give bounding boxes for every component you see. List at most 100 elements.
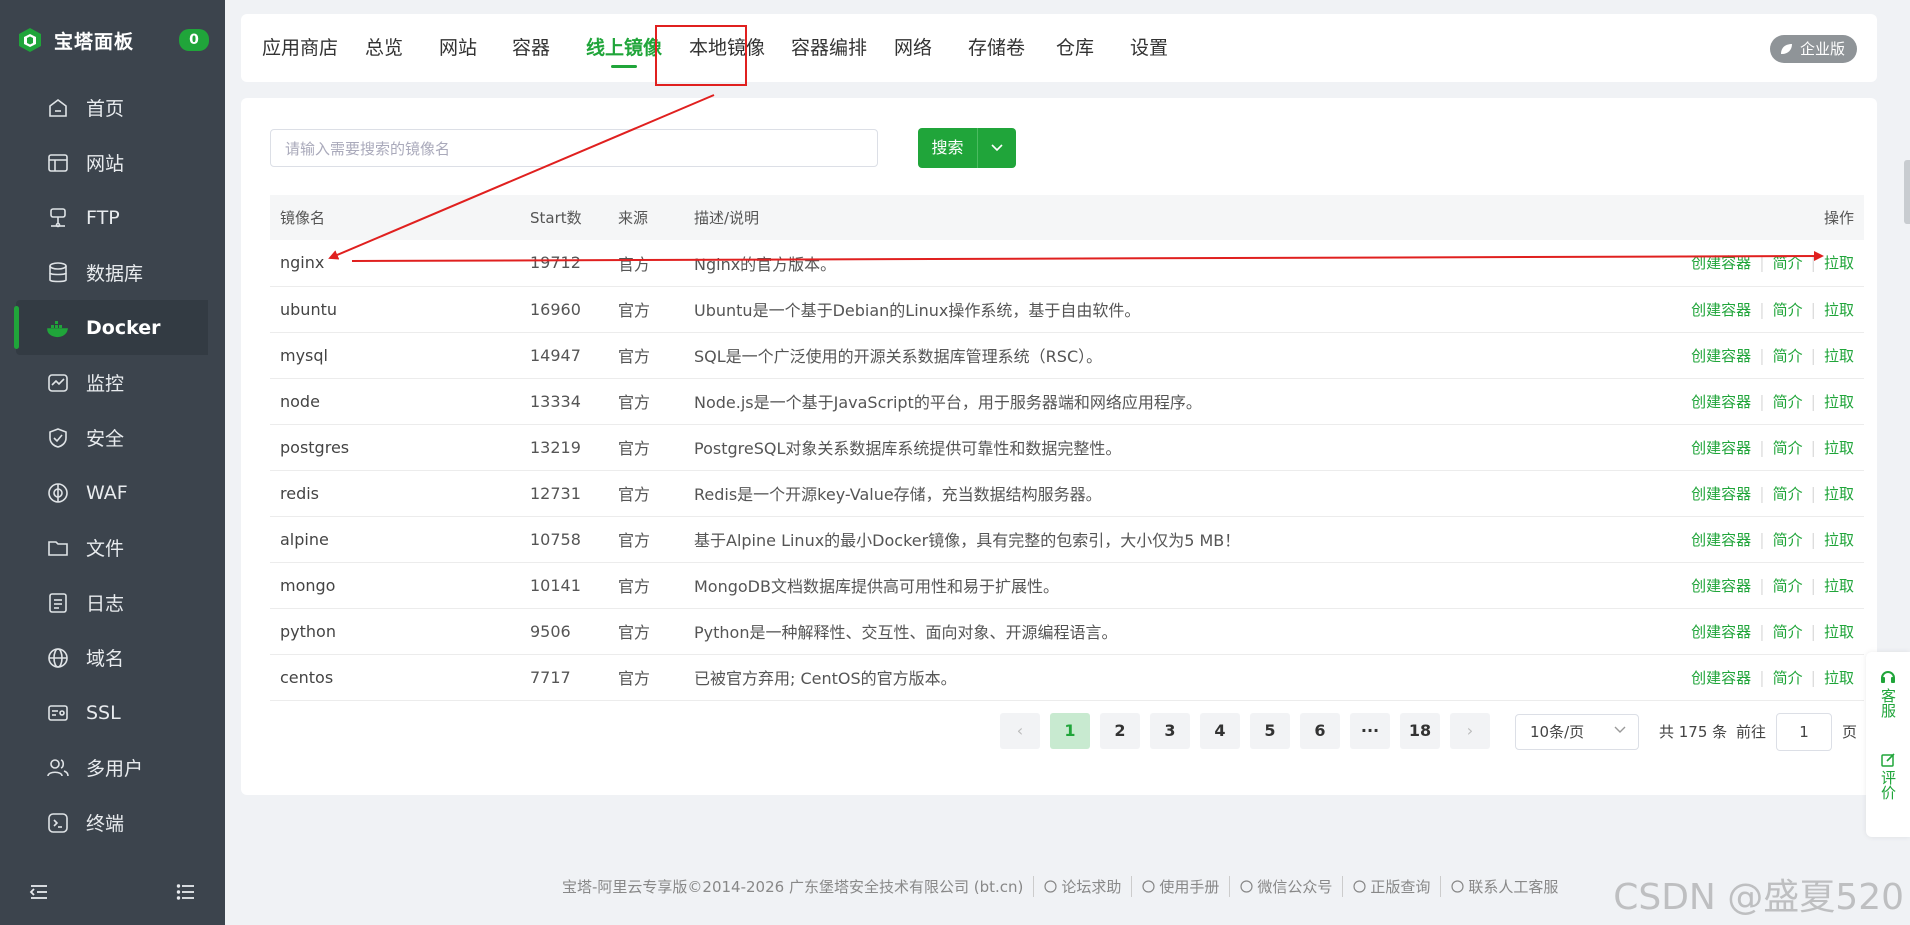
create-container-link[interactable]: 创建容器 — [1691, 485, 1751, 503]
pull-link[interactable]: 拉取 — [1824, 485, 1854, 503]
goto-page-input[interactable]: 1 — [1776, 713, 1832, 751]
intro-link[interactable]: 简介 — [1773, 254, 1803, 272]
search-input[interactable]: 请输入需要搜索的镜像名 — [270, 129, 878, 167]
page-button[interactable]: 4 — [1200, 713, 1240, 749]
intro-link[interactable]: 简介 — [1773, 439, 1803, 457]
sidebar-item-域名[interactable]: 域名 — [0, 630, 225, 685]
sidebar-item-ssl[interactable]: SSL — [0, 685, 225, 740]
sidebar-item-多用户[interactable]: 多用户 — [0, 740, 225, 795]
pull-link[interactable]: 拉取 — [1824, 347, 1854, 365]
col-description: 描述/说明 — [694, 209, 760, 227]
sidebar-item-监控[interactable]: 监控 — [0, 355, 225, 410]
create-container-link[interactable]: 创建容器 — [1691, 393, 1751, 411]
image-stars: 12731 — [530, 483, 581, 503]
next-page-button[interactable]: › — [1450, 713, 1490, 749]
pull-link[interactable]: 拉取 — [1824, 531, 1854, 549]
pull-link[interactable]: 拉取 — [1824, 254, 1854, 272]
footer: 宝塔-阿里云专享版©2014-2026 广东堡塔安全技术有限公司 (bt.cn)… — [562, 876, 1558, 897]
sidebar-item-首页[interactable]: 首页 — [0, 80, 225, 135]
image-source: 官方 — [618, 669, 651, 688]
tab-3[interactable]: 容器 — [512, 14, 550, 82]
tab-0[interactable]: 应用商店 — [262, 14, 338, 82]
page-button[interactable]: 5 — [1250, 713, 1290, 749]
footer-link[interactable]: 论坛求助 — [1033, 876, 1121, 897]
sidebar-item-ftp[interactable]: FTP — [0, 190, 225, 245]
row-operations: 创建容器 | 简介 | 拉取 — [1572, 332, 1864, 378]
pull-link[interactable]: 拉取 — [1824, 669, 1854, 687]
intro-link[interactable]: 简介 — [1773, 393, 1803, 411]
intro-link[interactable]: 简介 — [1773, 531, 1803, 549]
pull-link[interactable]: 拉取 — [1824, 393, 1854, 411]
collapse-sidebar-icon[interactable] — [28, 881, 50, 903]
create-container-link[interactable]: 创建容器 — [1691, 623, 1751, 641]
page-button[interactable]: 6 — [1300, 713, 1340, 749]
review-button[interactable]: 评价 — [1866, 752, 1910, 800]
op-separator: | — [1810, 253, 1816, 273]
sidebar-item-waf[interactable]: WAF — [0, 465, 225, 520]
intro-link[interactable]: 简介 — [1773, 623, 1803, 641]
create-container-link[interactable]: 创建容器 — [1691, 301, 1751, 319]
intro-link[interactable]: 简介 — [1773, 485, 1803, 503]
footer-link[interactable]: 使用手册 — [1131, 876, 1219, 897]
enterprise-badge[interactable]: 企业版 — [1769, 35, 1857, 63]
col-source: 来源 — [618, 209, 649, 227]
op-separator: | — [1810, 667, 1816, 687]
sidebar-item-docker[interactable]: Docker — [14, 300, 208, 355]
footer-link[interactable]: 联系人工客服 — [1440, 876, 1558, 897]
pull-link[interactable]: 拉取 — [1824, 577, 1854, 595]
prev-page-button[interactable]: ‹ — [1000, 713, 1040, 749]
search-button[interactable]: 搜索 — [918, 128, 978, 168]
log-icon — [49, 592, 67, 613]
notification-badge[interactable]: 0 — [179, 29, 209, 51]
search-dropdown-button[interactable] — [978, 128, 1016, 168]
tab-5[interactable]: 本地镜像 — [689, 14, 765, 82]
sidebar-item-label: 终端 — [86, 813, 125, 835]
pagination: ‹ 1 2 3 4 5 6 ··· 18 › — [1000, 712, 1500, 750]
page-button[interactable]: 18 — [1400, 713, 1440, 749]
intro-link[interactable]: 简介 — [1773, 301, 1803, 319]
image-source: 官方 — [618, 254, 651, 274]
create-container-link[interactable]: 创建容器 — [1691, 577, 1751, 595]
customer-service-button[interactable]: 客服 — [1866, 668, 1910, 718]
goto-label: 前往 — [1736, 723, 1767, 741]
tab-6[interactable]: 容器编排 — [791, 14, 867, 82]
create-container-link[interactable]: 创建容器 — [1691, 254, 1751, 272]
create-container-link[interactable]: 创建容器 — [1691, 669, 1751, 687]
tab-4[interactable]: 线上镜像 — [586, 14, 662, 82]
intro-link[interactable]: 简介 — [1773, 669, 1803, 687]
tab-10[interactable]: 设置 — [1130, 14, 1168, 82]
page-button[interactable]: 3 — [1150, 713, 1190, 749]
page-button[interactable]: 1 — [1050, 713, 1090, 749]
sidebar-item-安全[interactable]: 安全 — [0, 410, 225, 465]
intro-link[interactable]: 简介 — [1773, 577, 1803, 595]
tab-2[interactable]: 网站 — [439, 14, 477, 82]
menu-list-icon[interactable] — [175, 881, 197, 903]
create-container-link[interactable]: 创建容器 — [1691, 347, 1751, 365]
create-container-link[interactable]: 创建容器 — [1691, 439, 1751, 457]
sidebar-item-网站[interactable]: 网站 — [0, 135, 225, 190]
tab-7[interactable]: 网络 — [894, 14, 932, 82]
pull-link[interactable]: 拉取 — [1824, 623, 1854, 641]
sidebar-item-数据库[interactable]: 数据库 — [0, 245, 225, 300]
intro-link[interactable]: 简介 — [1773, 347, 1803, 365]
page-button[interactable]: ··· — [1350, 713, 1390, 749]
docker-icon — [47, 320, 68, 337]
page-size-select[interactable]: 10条/页 — [1515, 714, 1639, 750]
image-stars: 16960 — [530, 299, 581, 319]
sidebar-item-终端[interactable]: 终端 — [0, 795, 225, 850]
footer-link[interactable]: 正版查询 — [1342, 876, 1430, 897]
footer-link-label: 论坛求助 — [1061, 878, 1122, 896]
sidebar-item-日志[interactable]: 日志 — [0, 575, 225, 630]
footer-link[interactable]: 微信公众号 — [1229, 876, 1332, 897]
page-button[interactable]: 2 — [1100, 713, 1140, 749]
brand-name: 宝塔面板 — [54, 30, 135, 53]
support-icon — [1451, 880, 1465, 893]
tab-9[interactable]: 仓库 — [1056, 14, 1094, 82]
pull-link[interactable]: 拉取 — [1824, 301, 1854, 319]
sidebar-item-文件[interactable]: 文件 — [0, 520, 225, 575]
scrollbar-handle[interactable] — [1904, 160, 1910, 224]
create-container-link[interactable]: 创建容器 — [1691, 531, 1751, 549]
tab-8[interactable]: 存储卷 — [968, 14, 1025, 82]
pull-link[interactable]: 拉取 — [1824, 439, 1854, 457]
tab-1[interactable]: 总览 — [365, 14, 403, 82]
